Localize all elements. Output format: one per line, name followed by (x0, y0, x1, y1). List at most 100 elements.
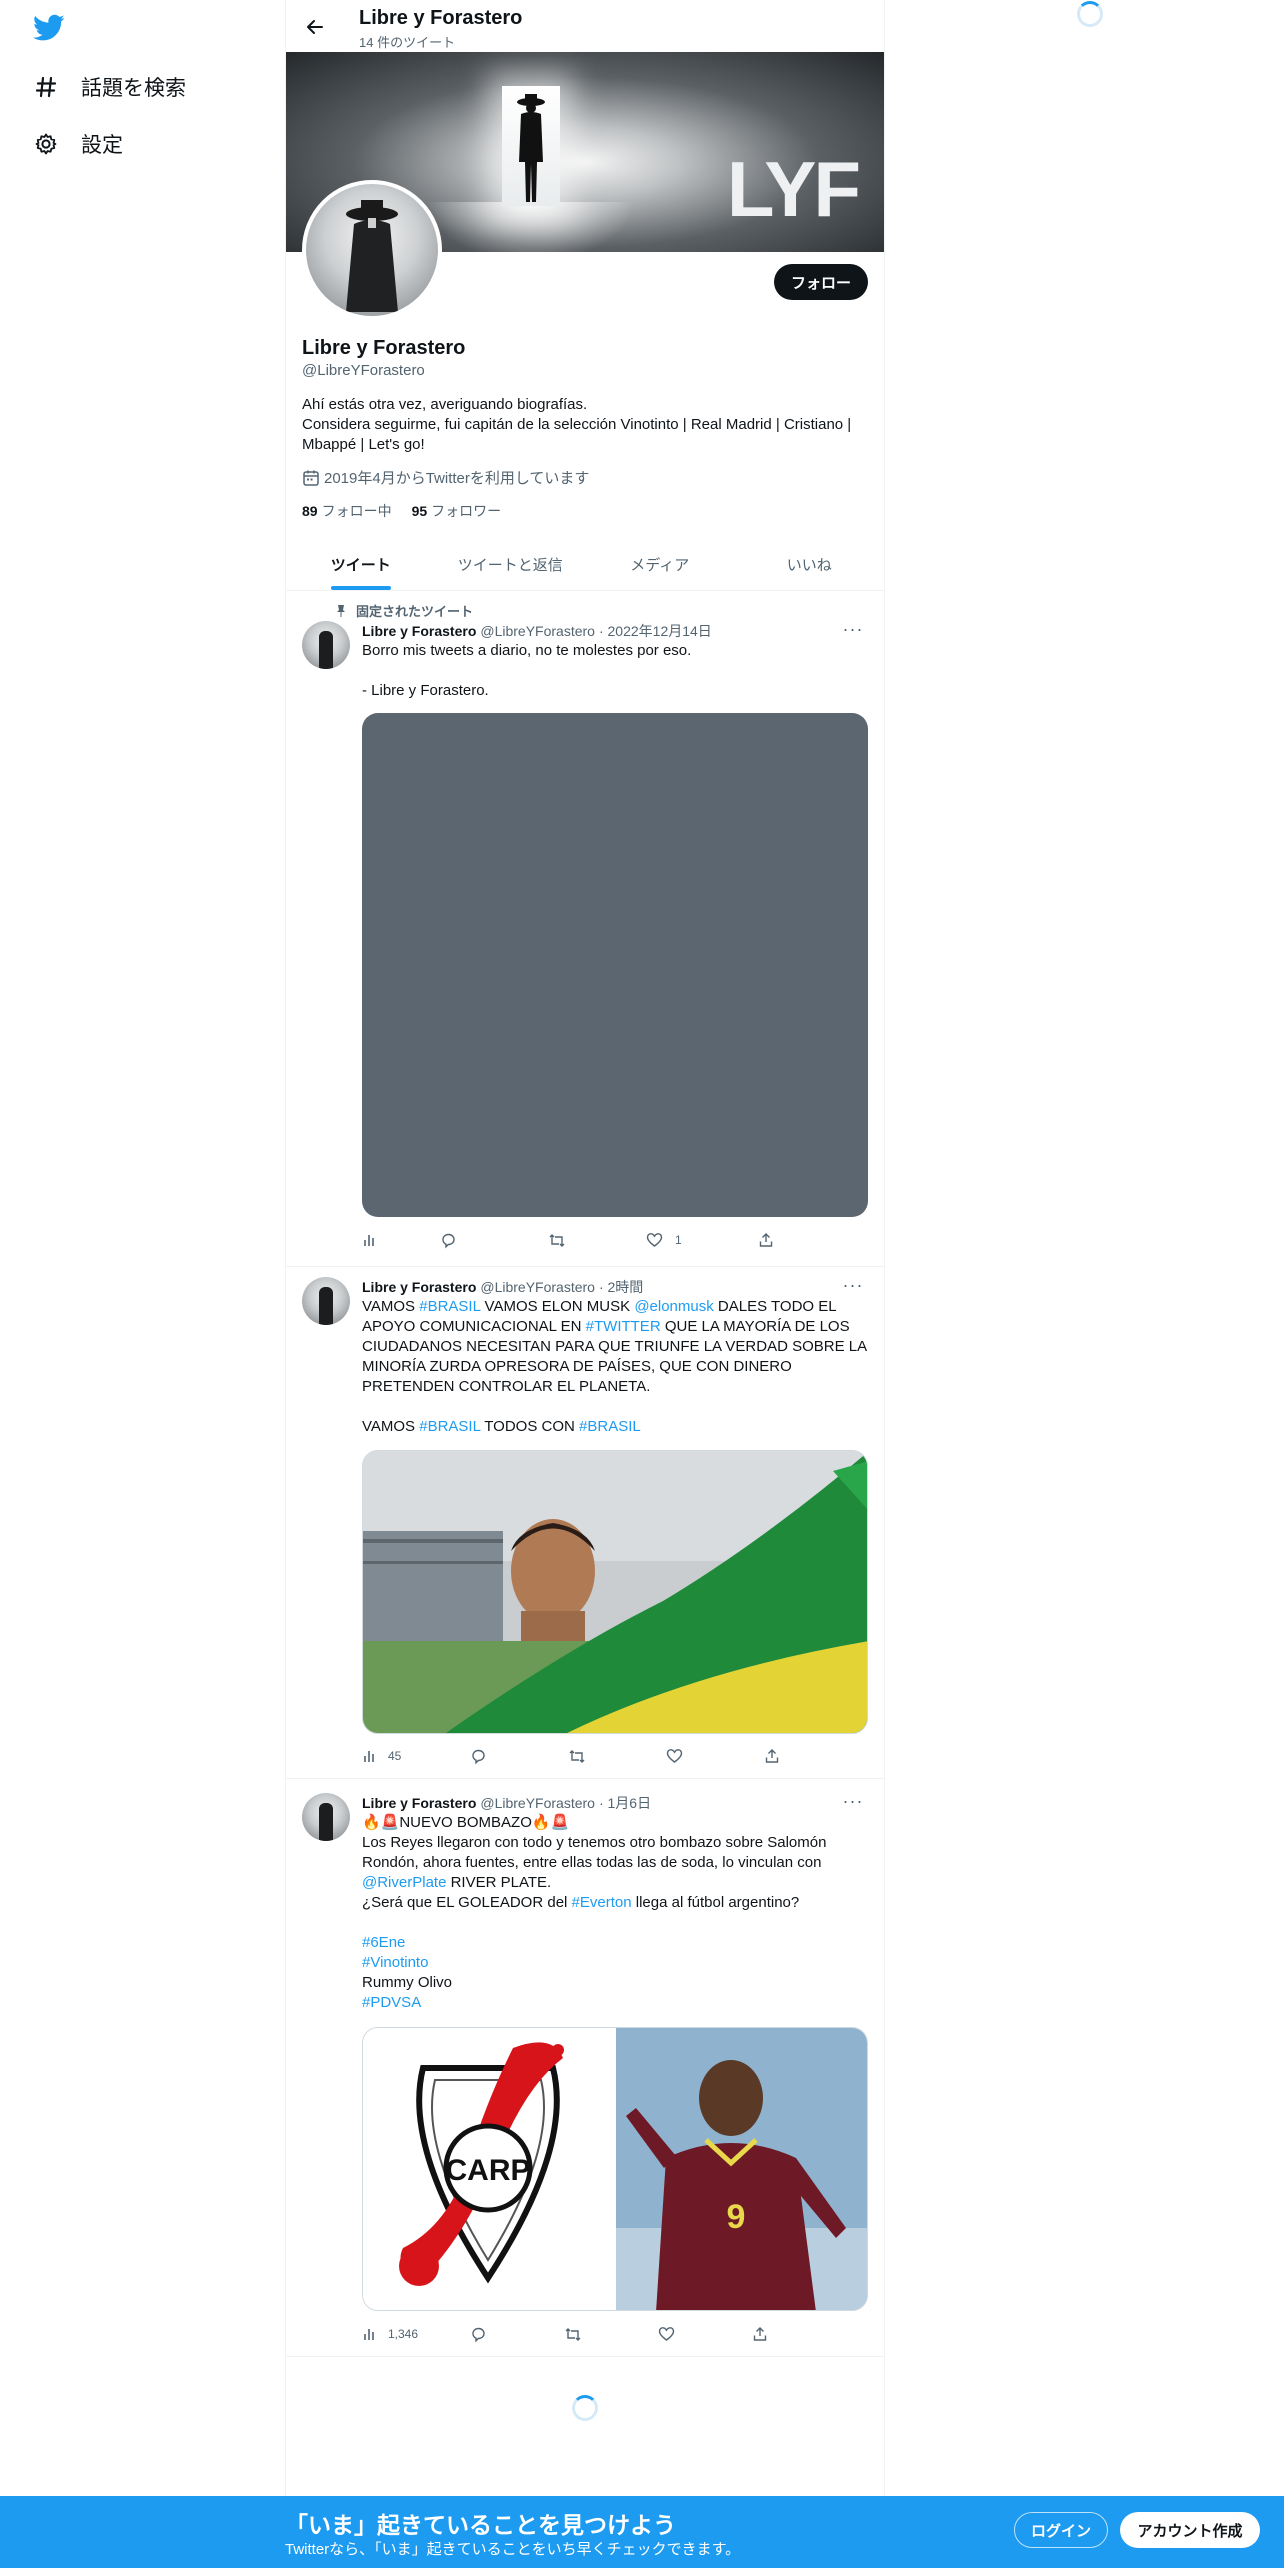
reply-button[interactable] (470, 1748, 568, 1765)
tweet[interactable]: 固定されたツイート Libre y Forastero @LibreYForas… (286, 591, 884, 1267)
profile-bio: Ahí estás otra vez, averiguando biografí… (302, 395, 872, 455)
share-button[interactable] (758, 1232, 774, 1248)
hashtag-link[interactable]: #BRASIL (579, 1418, 641, 1435)
photo-river-plate-crest[interactable]: CARP (363, 2028, 616, 2310)
share-icon (759, 1233, 773, 1247)
like-count: 1 (675, 1233, 682, 1247)
tweet-avatar[interactable] (302, 1793, 350, 1841)
hashtag-link[interactable]: #TWITTER (586, 1318, 661, 1335)
tweet-avatar[interactable] (302, 621, 350, 669)
retweet-button[interactable] (568, 1748, 666, 1765)
views-button[interactable]: 45 (362, 1748, 470, 1764)
bio-line: Considera seguirme, fui capitán de la se… (302, 416, 852, 453)
loading-spinner (1077, 1, 1103, 27)
photo-rondon[interactable]: 9 (616, 2028, 867, 2310)
avatar-figure (319, 631, 333, 669)
heart-icon (666, 1749, 683, 1763)
tab-media[interactable]: メディア (585, 538, 735, 590)
tweet-header: Libre y Forastero @LibreYForastero · 202… (362, 621, 712, 641)
tab-likes[interactable]: いいね (735, 538, 885, 590)
hashtag-link[interactable]: #Vinotinto (362, 1954, 428, 1971)
reply-button[interactable] (440, 1232, 548, 1249)
tweet-author-handle[interactable]: @LibreYForastero (480, 1795, 595, 1811)
main-column: Libre y Forastero 14 件のツイート LYF フォロー Lib… (285, 0, 885, 2568)
sidebar-item-label: 話題を検索 (81, 77, 186, 100)
tweet-header: Libre y Forastero @LibreYForastero · 2時間 (362, 1277, 643, 1297)
view-count: 1,346 (388, 2327, 419, 2341)
retweet-icon (549, 1233, 565, 1247)
profile-avatar[interactable] (302, 180, 442, 320)
tweet-author-name[interactable]: Libre y Forastero (362, 1795, 476, 1811)
tweet-header: Libre y Forastero @LibreYForastero · 1月6… (362, 1793, 651, 1813)
crest-letters: CARP (445, 2154, 530, 2187)
views-button[interactable] (362, 1232, 440, 1248)
signup-button[interactable]: アカウント作成 (1120, 2512, 1260, 2548)
gear-icon (33, 131, 59, 157)
share-button[interactable] (752, 2326, 768, 2342)
join-date: 2019年4月からTwitterを利用しています (302, 467, 589, 488)
tweet-photo-grid[interactable]: CARP 9 (362, 2027, 868, 2311)
hashtag-link[interactable]: #6Ene (362, 1934, 405, 1951)
tweet-author-handle[interactable]: @LibreYForastero (480, 1279, 595, 1295)
sidebar-item-settings[interactable]: 設定 (33, 124, 123, 164)
banner-subtitle: Twitterなら、「いま」起きていることをいち早くチェックできます。 (285, 2541, 741, 2558)
back-button[interactable] (300, 12, 330, 42)
like-button[interactable] (658, 2326, 752, 2342)
followers-link[interactable]: 95 フォロワー (412, 501, 502, 521)
tweet-time[interactable]: · 1月6日 (599, 1793, 651, 1813)
retweet-button[interactable] (564, 2326, 658, 2343)
hashtag-link[interactable]: #BRASIL (419, 1298, 480, 1315)
reply-button[interactable] (470, 2326, 564, 2343)
jersey-number: 9 (727, 2198, 746, 2236)
tweet-author-name[interactable]: Libre y Forastero (362, 1279, 476, 1295)
hashtag-link[interactable]: #Everton (572, 1894, 632, 1911)
hashtag-link[interactable]: #PDVSA (362, 1994, 421, 2011)
tweet-author-handle[interactable]: @LibreYForastero (480, 623, 595, 639)
tweet-media-placeholder[interactable] (362, 713, 868, 1217)
more-options-icon[interactable]: ··· (840, 1791, 866, 1811)
twitter-bird-icon[interactable] (33, 14, 65, 42)
follow-button[interactable]: フォロー (774, 264, 868, 300)
more-options-icon[interactable]: ··· (840, 1275, 866, 1295)
analytics-icon (364, 1235, 374, 1246)
tweet-time[interactable]: · 2022年12月14日 (599, 621, 712, 641)
following-link[interactable]: 89 フォロー中 (302, 501, 392, 521)
views-button[interactable]: 1,346 (362, 2326, 470, 2342)
share-button[interactable] (764, 1748, 780, 1764)
mention-link[interactable]: @RiverPlate (362, 1874, 446, 1891)
view-count: 45 (388, 1749, 402, 1763)
following-count: 89 (302, 503, 318, 519)
hashtag-icon (33, 74, 59, 100)
arrow-left-icon (307, 20, 323, 34)
loading-spinner (572, 2395, 598, 2421)
hashtag-link[interactable]: #BRASIL (419, 1418, 480, 1435)
retweet-icon (569, 1749, 585, 1763)
more-options-icon[interactable]: ··· (840, 619, 866, 639)
tab-replies[interactable]: ツイートと返信 (436, 538, 586, 590)
tweet[interactable]: Libre y Forastero @LibreYForastero · 2時間… (286, 1267, 884, 1779)
like-button[interactable] (666, 1748, 764, 1764)
share-icon (765, 1749, 779, 1763)
like-button[interactable]: 1 (646, 1232, 758, 1248)
profile-header: Libre y Forastero 14 件のツイート (286, 0, 884, 52)
follow-stats: 89 フォロー中 95 フォロワー (302, 501, 501, 521)
tweet-actions: 1,346 (362, 2323, 802, 2345)
login-button[interactable]: ログイン (1014, 2512, 1108, 2548)
retweet-button[interactable] (548, 1232, 646, 1249)
mention-link[interactable]: @elonmusk (634, 1298, 713, 1315)
reply-icon (472, 1749, 485, 1764)
tweet-photo[interactable] (362, 1450, 868, 1734)
tweet-avatar[interactable] (302, 1277, 350, 1325)
banner-title: 「いま」起きていることを見つけよう (285, 2512, 676, 2538)
heart-icon (658, 2327, 675, 2341)
share-icon (753, 2327, 767, 2341)
tweet-text-segment: llega al fútbol argentino? (635, 1894, 800, 1911)
tab-tweets[interactable]: ツイート (286, 538, 436, 590)
sidebar-item-explore[interactable]: 話題を検索 (33, 67, 186, 107)
avatar-figure (319, 1287, 333, 1325)
tweet-author-name[interactable]: Libre y Forastero (362, 623, 476, 639)
tweet[interactable]: Libre y Forastero @LibreYForastero · 1月6… (286, 1779, 884, 2357)
tweet-text-segment: VAMOS (362, 1298, 420, 1315)
following-label: フォロー中 (321, 503, 392, 519)
tweet-time[interactable]: · 2時間 (599, 1277, 643, 1297)
